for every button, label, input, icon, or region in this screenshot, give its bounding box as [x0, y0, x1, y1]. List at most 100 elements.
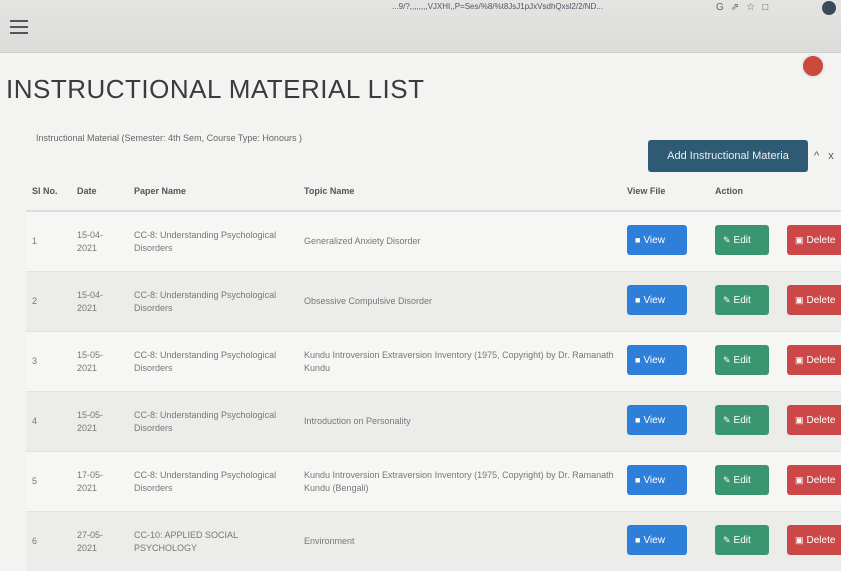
view-button[interactable]: ■View — [627, 345, 687, 375]
view-button[interactable]: ■View — [627, 525, 687, 555]
delete-button[interactable]: ▣Delete — [787, 465, 841, 495]
trash-icon: ▣ — [795, 295, 804, 305]
cell-sl-no: 4 — [26, 392, 71, 452]
view-button[interactable]: ■View — [627, 225, 687, 255]
table-row: 1 15-04-2021 CC-8: Understanding Psychol… — [26, 211, 841, 272]
cell-paper-name: CC-10: APPLIED SOCIAL PSYCHOLOGY — [128, 512, 298, 571]
edit-label: Edit — [734, 535, 751, 546]
view-label: View — [643, 235, 665, 246]
cell-date: 17-05-2021 — [71, 452, 128, 512]
cell-topic-name: Generalized Anxiety Disorder — [298, 211, 621, 272]
pencil-icon: ✎ — [723, 235, 731, 245]
header-topic-name: Topic Name — [298, 172, 621, 211]
view-label: View — [643, 295, 665, 306]
folder-icon: ■ — [635, 355, 640, 365]
delete-button[interactable]: ▣Delete — [787, 225, 841, 255]
edit-label: Edit — [734, 295, 751, 306]
pencil-icon: ✎ — [723, 535, 731, 545]
cell-view-file: ■View — [621, 452, 709, 512]
cell-view-file: ■View — [621, 272, 709, 332]
delete-button[interactable]: ▣Delete — [787, 405, 841, 435]
cell-sl-no: 3 — [26, 332, 71, 392]
header-sl-no: Sl No. — [26, 172, 71, 211]
address-bar[interactable]: ...9/?,,,,,,,,VJXHI,,P=Ses/%8/%t8JsJ1pJx… — [392, 2, 710, 16]
table-row: 4 15-05-2021 CC-8: Understanding Psychol… — [26, 392, 841, 452]
edit-button[interactable]: ✎Edit — [715, 285, 769, 315]
trash-icon: ▣ — [795, 355, 804, 365]
share-icon[interactable]: ⇗ — [731, 2, 739, 16]
folder-icon: ■ — [635, 295, 640, 305]
cell-action: ✎Edit ▣Delete — [709, 272, 841, 332]
edit-label: Edit — [734, 235, 751, 246]
table-row: 2 15-04-2021 CC-8: Understanding Psychol… — [26, 272, 841, 332]
delete-label: Delete — [807, 475, 836, 486]
tab-icon[interactable]: □ — [762, 2, 768, 16]
google-icon[interactable]: G — [716, 2, 724, 16]
pencil-icon: ✎ — [723, 295, 731, 305]
view-button[interactable]: ■View — [627, 405, 687, 435]
header-view-file: View File — [621, 172, 709, 211]
cell-view-file: ■View — [621, 512, 709, 571]
star-icon[interactable]: ☆ — [746, 2, 755, 16]
material-table: Sl No. Date Paper Name Topic Name View F… — [26, 172, 841, 571]
edit-button[interactable]: ✎Edit — [715, 405, 769, 435]
add-instructional-material-button[interactable]: Add Instructional Materia — [648, 140, 808, 172]
user-avatar[interactable] — [801, 54, 825, 78]
top-navbar: ...9/?,,,,,,,,VJXHI,,P=Ses/%8/%t8JsJ1pJx… — [0, 0, 841, 53]
cell-sl-no: 1 — [26, 211, 71, 272]
edit-label: Edit — [734, 415, 751, 426]
cell-action: ✎Edit ▣Delete — [709, 392, 841, 452]
cell-action: ✎Edit ▣Delete — [709, 452, 841, 512]
cell-date: 15-05-2021 — [71, 392, 128, 452]
trash-icon: ▣ — [795, 415, 804, 425]
cell-action: ✎Edit ▣Delete — [709, 332, 841, 392]
delete-label: Delete — [807, 355, 836, 366]
view-button[interactable]: ■View — [627, 465, 687, 495]
panel-subtitle: Instructional Material (Semester: 4th Se… — [36, 133, 302, 143]
trash-icon: ▣ — [795, 475, 804, 485]
delete-button[interactable]: ▣Delete — [787, 285, 841, 315]
hamburger-menu-icon[interactable] — [10, 20, 28, 34]
cell-action: ✎Edit ▣Delete — [709, 211, 841, 272]
header-paper-name: Paper Name — [128, 172, 298, 211]
cell-sl-no: 2 — [26, 272, 71, 332]
delete-button[interactable]: ▣Delete — [787, 345, 841, 375]
cell-topic-name: Environment — [298, 512, 621, 571]
page-title: INSTRUCTIONAL MATERIAL LIST — [6, 74, 424, 105]
cell-topic-name: Kundu Introversion Extraversion Inventor… — [298, 452, 621, 512]
folder-icon: ■ — [635, 235, 640, 245]
view-label: View — [643, 475, 665, 486]
cell-date: 15-05-2021 — [71, 332, 128, 392]
view-button[interactable]: ■View — [627, 285, 687, 315]
cell-sl-no: 6 — [26, 512, 71, 571]
panel-collapse-close-icons[interactable]: ^ x — [814, 150, 837, 162]
cell-topic-name: Kundu Introversion Extraversion Inventor… — [298, 332, 621, 392]
cell-date: 27-05-2021 — [71, 512, 128, 571]
table-row: 6 27-05-2021 CC-10: APPLIED SOCIAL PSYCH… — [26, 512, 841, 571]
cell-view-file: ■View — [621, 211, 709, 272]
browser-profile-icon[interactable] — [822, 1, 836, 15]
cell-view-file: ■View — [621, 332, 709, 392]
pencil-icon: ✎ — [723, 355, 731, 365]
pencil-icon: ✎ — [723, 415, 731, 425]
folder-icon: ■ — [635, 415, 640, 425]
folder-icon: ■ — [635, 535, 640, 545]
cell-paper-name: CC-8: Understanding Psychological Disord… — [128, 272, 298, 332]
edit-button[interactable]: ✎Edit — [715, 225, 769, 255]
cell-paper-name: CC-8: Understanding Psychological Disord… — [128, 332, 298, 392]
edit-button[interactable]: ✎Edit — [715, 465, 769, 495]
delete-label: Delete — [807, 535, 836, 546]
view-label: View — [643, 535, 665, 546]
pencil-icon: ✎ — [723, 475, 731, 485]
edit-button[interactable]: ✎Edit — [715, 525, 769, 555]
delete-button[interactable]: ▣Delete — [787, 525, 841, 555]
table-row: 3 15-05-2021 CC-8: Understanding Psychol… — [26, 332, 841, 392]
trash-icon: ▣ — [795, 535, 804, 545]
cell-action: ✎Edit ▣Delete — [709, 512, 841, 571]
cell-date: 15-04-2021 — [71, 272, 128, 332]
edit-button[interactable]: ✎Edit — [715, 345, 769, 375]
delete-label: Delete — [807, 415, 836, 426]
cell-sl-no: 5 — [26, 452, 71, 512]
cell-date: 15-04-2021 — [71, 211, 128, 272]
folder-icon: ■ — [635, 475, 640, 485]
